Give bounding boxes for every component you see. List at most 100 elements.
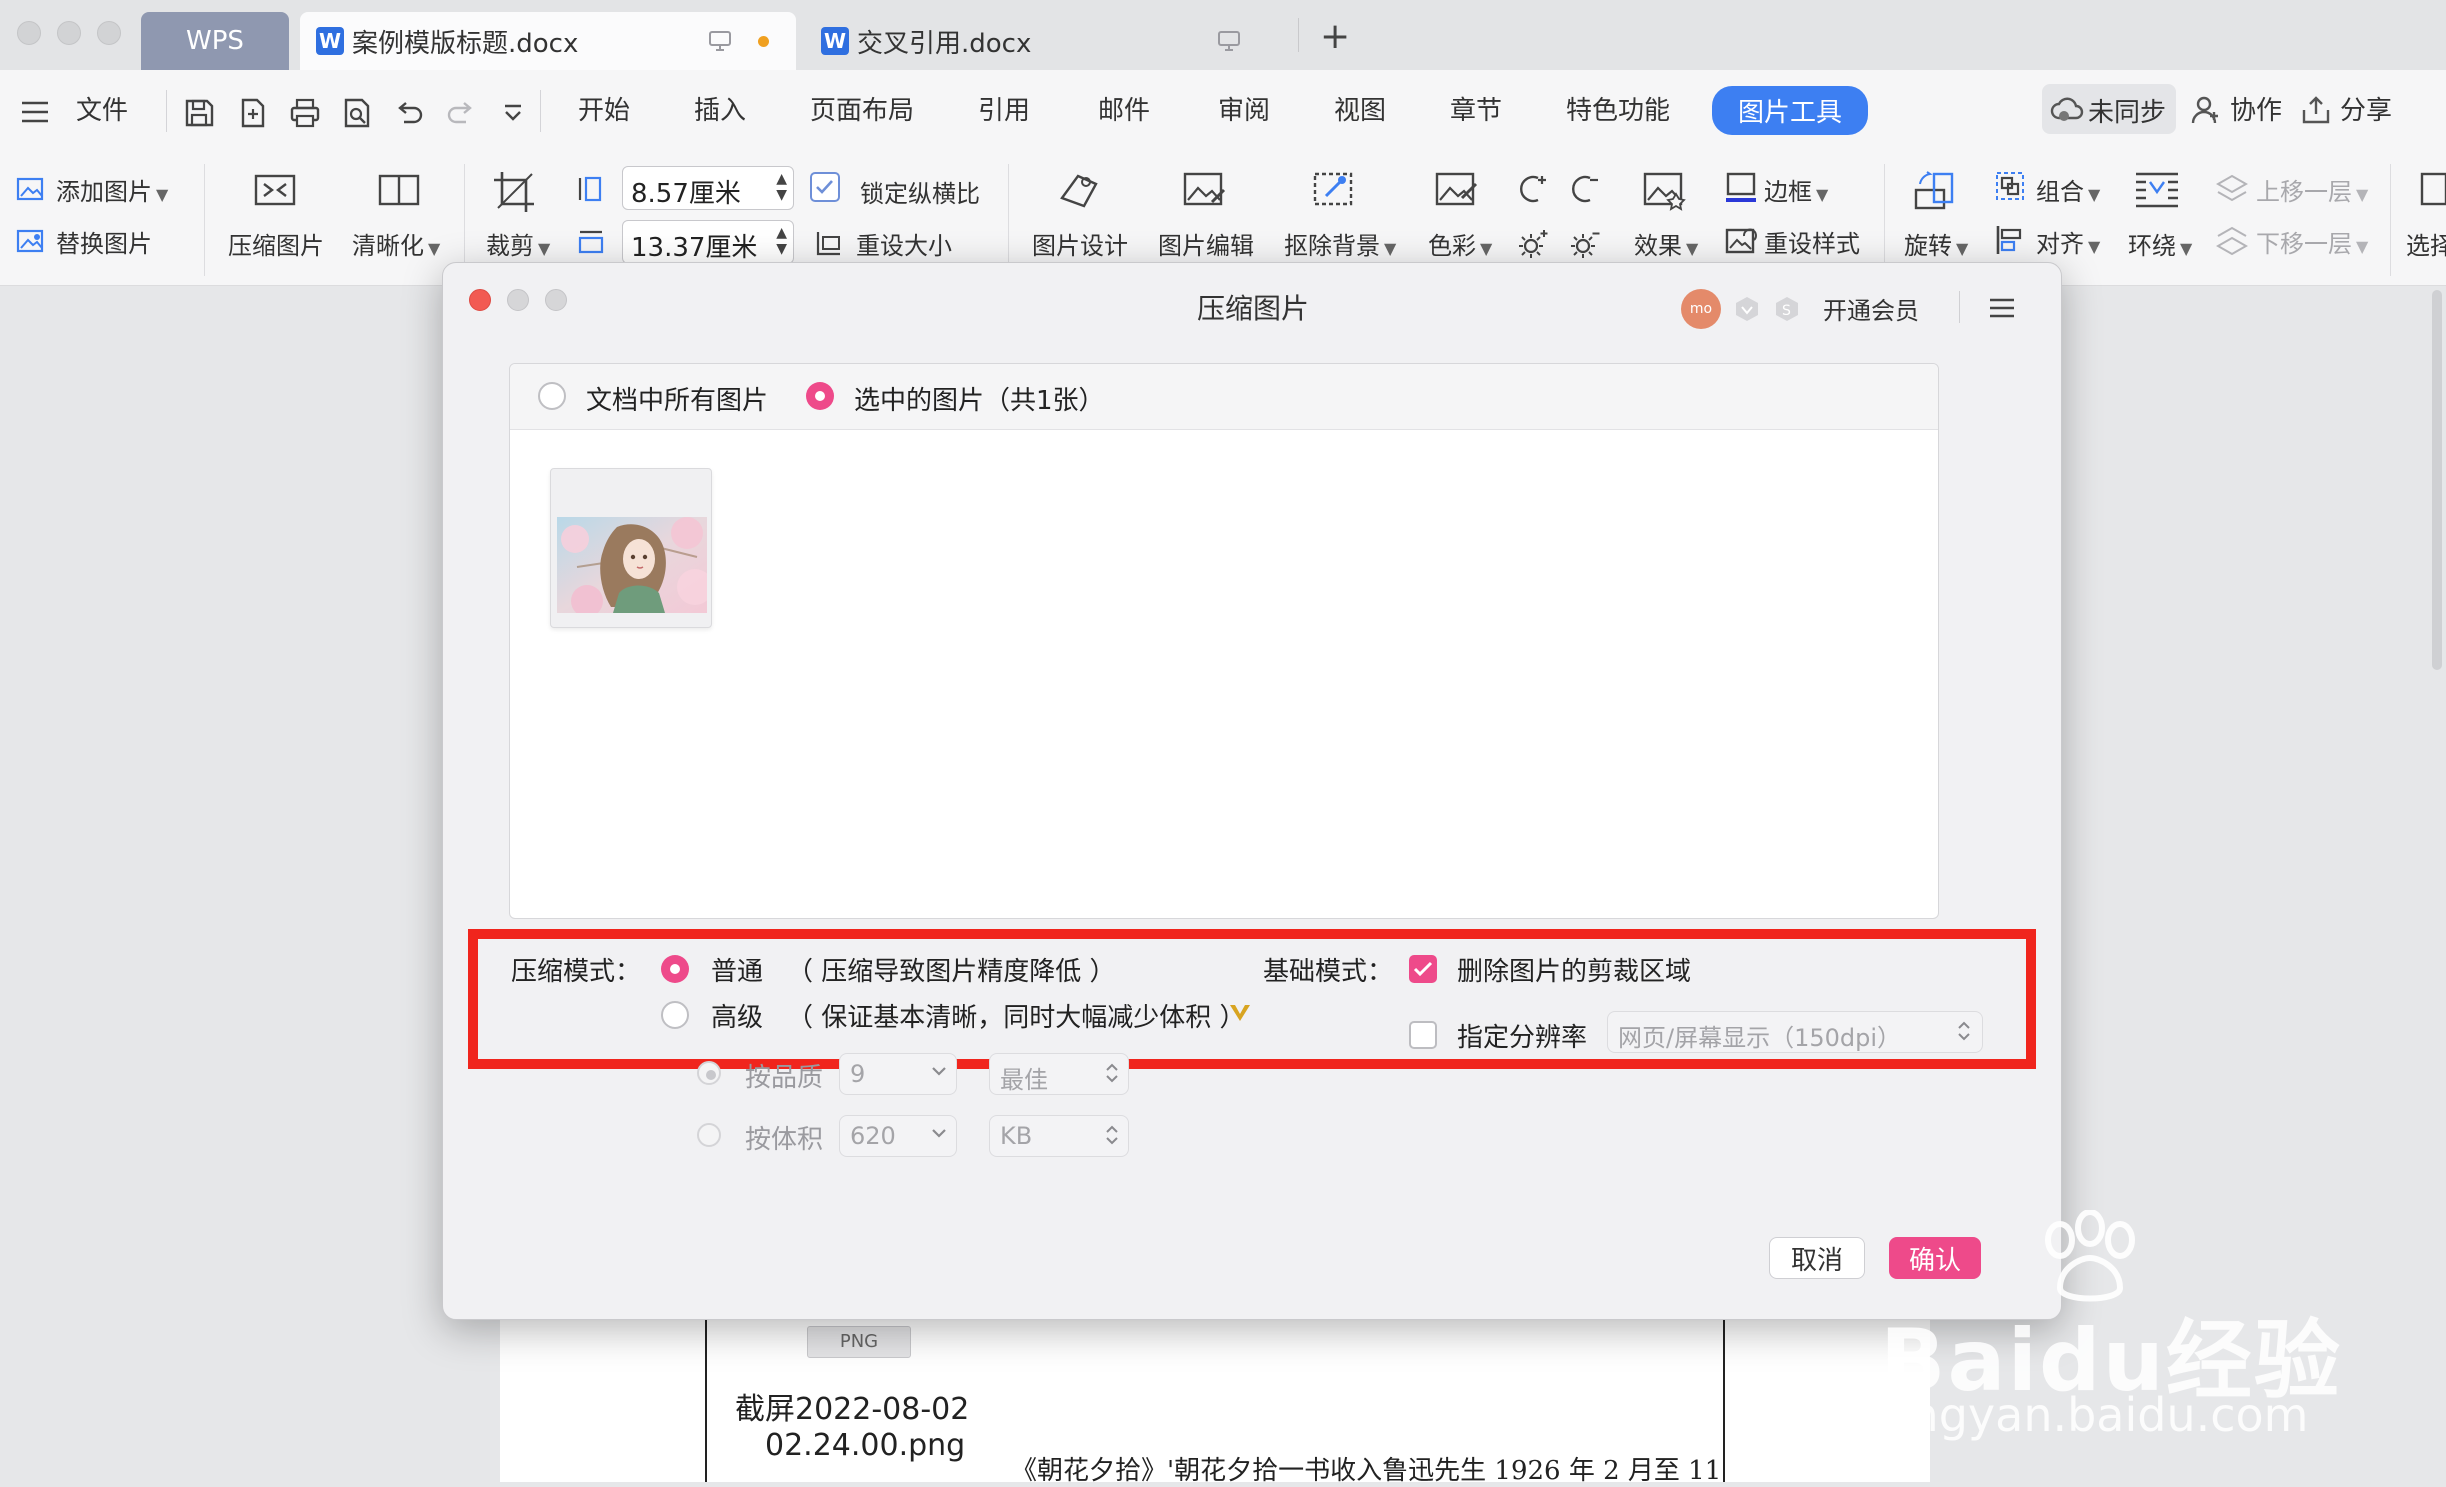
bring-forward-label: 上移一层 (2256, 178, 2352, 206)
set-resolution-checkbox[interactable] (1409, 1021, 1437, 1049)
border-button[interactable]: 边框 ▼ (1764, 172, 1828, 207)
normal-mode-description: （ 压缩导致图片精度降低 ） (787, 957, 1116, 987)
tab-document-2[interactable]: W 交叉引用.docx (805, 12, 1295, 70)
quality-select[interactable]: 9 (839, 1053, 957, 1095)
resolution-select[interactable]: 网页/屏幕显示（150dpi） (1607, 1011, 1983, 1053)
select-button[interactable]: 选择 (2406, 226, 2446, 261)
replace-image-button[interactable]: 替换图片 (56, 224, 152, 259)
reset-style-icon (1724, 224, 1758, 258)
print-preview-icon[interactable] (340, 96, 374, 130)
size-unit-value: KB (1000, 1122, 1033, 1150)
print-icon[interactable] (288, 96, 322, 130)
by-size-radio[interactable] (697, 1123, 721, 1147)
window-close-button[interactable] (17, 21, 41, 45)
anime-girl-thumbnail (557, 517, 707, 613)
image-edit-button[interactable]: 图片编辑 (1158, 226, 1254, 261)
user-avatar[interactable]: mo (1681, 289, 1721, 329)
image-design-button[interactable]: 图片设计 (1032, 226, 1128, 261)
color-icon (1434, 168, 1480, 212)
menu-view[interactable]: 视图 (1334, 90, 1386, 127)
effect-button[interactable]: 效果 ▼ (1634, 226, 1698, 261)
image-scope-selector: 文档中所有图片 选中的图片（共1张） (510, 364, 1938, 430)
collaborate-button[interactable]: 协作 (2230, 90, 2282, 127)
color-button[interactable]: 色彩 ▼ (1428, 226, 1492, 261)
menu-review[interactable]: 审阅 (1218, 90, 1270, 127)
border-label: 边框 (1764, 178, 1812, 206)
vip-feature-icon (1229, 1003, 1251, 1023)
normal-mode-radio[interactable] (661, 955, 689, 983)
menu-mailings[interactable]: 邮件 (1098, 90, 1150, 127)
size-select[interactable]: 620 (839, 1115, 957, 1157)
menu-picture-tools[interactable]: 图片工具 (1712, 86, 1869, 135)
group-icon (1994, 170, 2026, 202)
height-stepper-icon[interactable]: ▲ ▼ (776, 171, 787, 203)
rotate-button[interactable]: 旋转 ▼ (1904, 226, 1968, 261)
vertical-scrollbar[interactable] (2432, 290, 2442, 670)
menu-references[interactable]: 引用 (978, 90, 1030, 127)
brightness-decrease-icon[interactable] (1568, 172, 1602, 206)
compress-image-button[interactable]: 压缩图片 (228, 226, 324, 261)
export-pdf-icon[interactable] (236, 96, 270, 130)
window-zoom-button[interactable] (97, 21, 121, 45)
clarify-button[interactable]: 清晰化 ▼ (352, 226, 440, 261)
remove-background-button[interactable]: 抠除背景 ▼ (1284, 226, 1396, 261)
sync-button[interactable]: 未同步 (2042, 84, 2176, 134)
quality-level-select[interactable]: 最佳 (989, 1053, 1129, 1095)
menu-start[interactable]: 开始 (578, 90, 630, 127)
image-thumbnail-card[interactable] (550, 468, 712, 628)
tab-document-2-label: 交叉引用.docx (857, 28, 1032, 59)
menu-page-layout[interactable]: 页面布局 (810, 90, 914, 127)
add-image-label: 添加图片 (56, 178, 152, 206)
undo-icon[interactable] (392, 96, 426, 130)
open-vip-button[interactable]: 开通会员 (1823, 291, 1919, 326)
reset-size-button[interactable]: 重设大小 (856, 226, 952, 261)
new-tab-button[interactable]: + (1320, 16, 1350, 57)
image-design-icon (1056, 168, 1102, 212)
updown-chevron-icon (1104, 1122, 1120, 1148)
size-unit-select[interactable]: KB (989, 1115, 1129, 1157)
resolution-value: 网页/屏幕显示（150dpi） (1618, 1024, 1902, 1052)
effect-label: 效果 (1634, 232, 1682, 260)
dialog-menu-icon[interactable] (1989, 297, 2015, 319)
share-button[interactable]: 分享 (2340, 90, 2392, 127)
delete-crop-checkbox[interactable] (1409, 955, 1437, 983)
advanced-mode-description: （ 保证基本清晰，同时大幅减少体积 ） (787, 1003, 1246, 1033)
redo-icon[interactable] (444, 96, 478, 130)
crop-button[interactable]: 裁剪 ▼ (486, 226, 550, 261)
by-quality-radio[interactable] (697, 1061, 721, 1085)
save-icon[interactable] (182, 96, 216, 130)
group-button[interactable]: 组合 ▼ (2036, 172, 2100, 207)
tab-document-1[interactable]: W 案例模版标题.docx (300, 12, 796, 70)
text-wrap-button[interactable]: 环绕 ▼ (2128, 226, 2192, 261)
menu-file[interactable]: 文件 (76, 90, 128, 127)
scope-all-radio[interactable] (538, 382, 566, 410)
menu-special-features[interactable]: 特色功能 (1566, 90, 1670, 127)
add-image-button[interactable]: 添加图片 ▼ (56, 172, 168, 207)
hamburger-menu-icon[interactable] (20, 100, 50, 124)
cancel-button[interactable]: 取消 (1769, 1237, 1865, 1279)
brightness-increase-icon[interactable] (1516, 172, 1550, 206)
height-input[interactable]: 8.57厘米 ▲ ▼ (622, 166, 794, 210)
confirm-button[interactable]: 确认 (1889, 1237, 1981, 1279)
bring-forward-button[interactable]: 上移一层 ▼ (2256, 172, 2368, 207)
send-backward-label: 下移一层 (2256, 230, 2352, 258)
menu-chapter[interactable]: 章节 (1450, 90, 1502, 127)
window-minimize-button[interactable] (57, 21, 81, 45)
advanced-mode-radio[interactable] (661, 1001, 689, 1029)
contrast-increase-icon[interactable] (1516, 228, 1550, 262)
quick-access-more-icon[interactable] (496, 96, 530, 130)
tab-wps-home[interactable]: WPS (141, 12, 289, 70)
lock-ratio-checkbox[interactable] (810, 172, 840, 202)
file-type-badge: PNG (807, 1326, 911, 1358)
align-button[interactable]: 对齐 ▼ (2036, 224, 2100, 259)
menu-insert[interactable]: 插入 (694, 90, 746, 127)
clarify-label: 清晰化 (352, 232, 424, 260)
send-backward-button[interactable]: 下移一层 ▼ (2256, 224, 2368, 259)
width-input[interactable]: 13.37厘米 ▲ ▼ (622, 220, 794, 264)
contrast-decrease-icon[interactable] (1568, 228, 1602, 262)
width-stepper-icon[interactable]: ▲ ▼ (776, 225, 787, 257)
svg-text:S: S (1782, 303, 1791, 319)
reset-style-button[interactable]: 重设样式 (1764, 224, 1860, 259)
scope-selected-radio[interactable] (806, 382, 834, 410)
reset-size-icon (814, 228, 844, 258)
